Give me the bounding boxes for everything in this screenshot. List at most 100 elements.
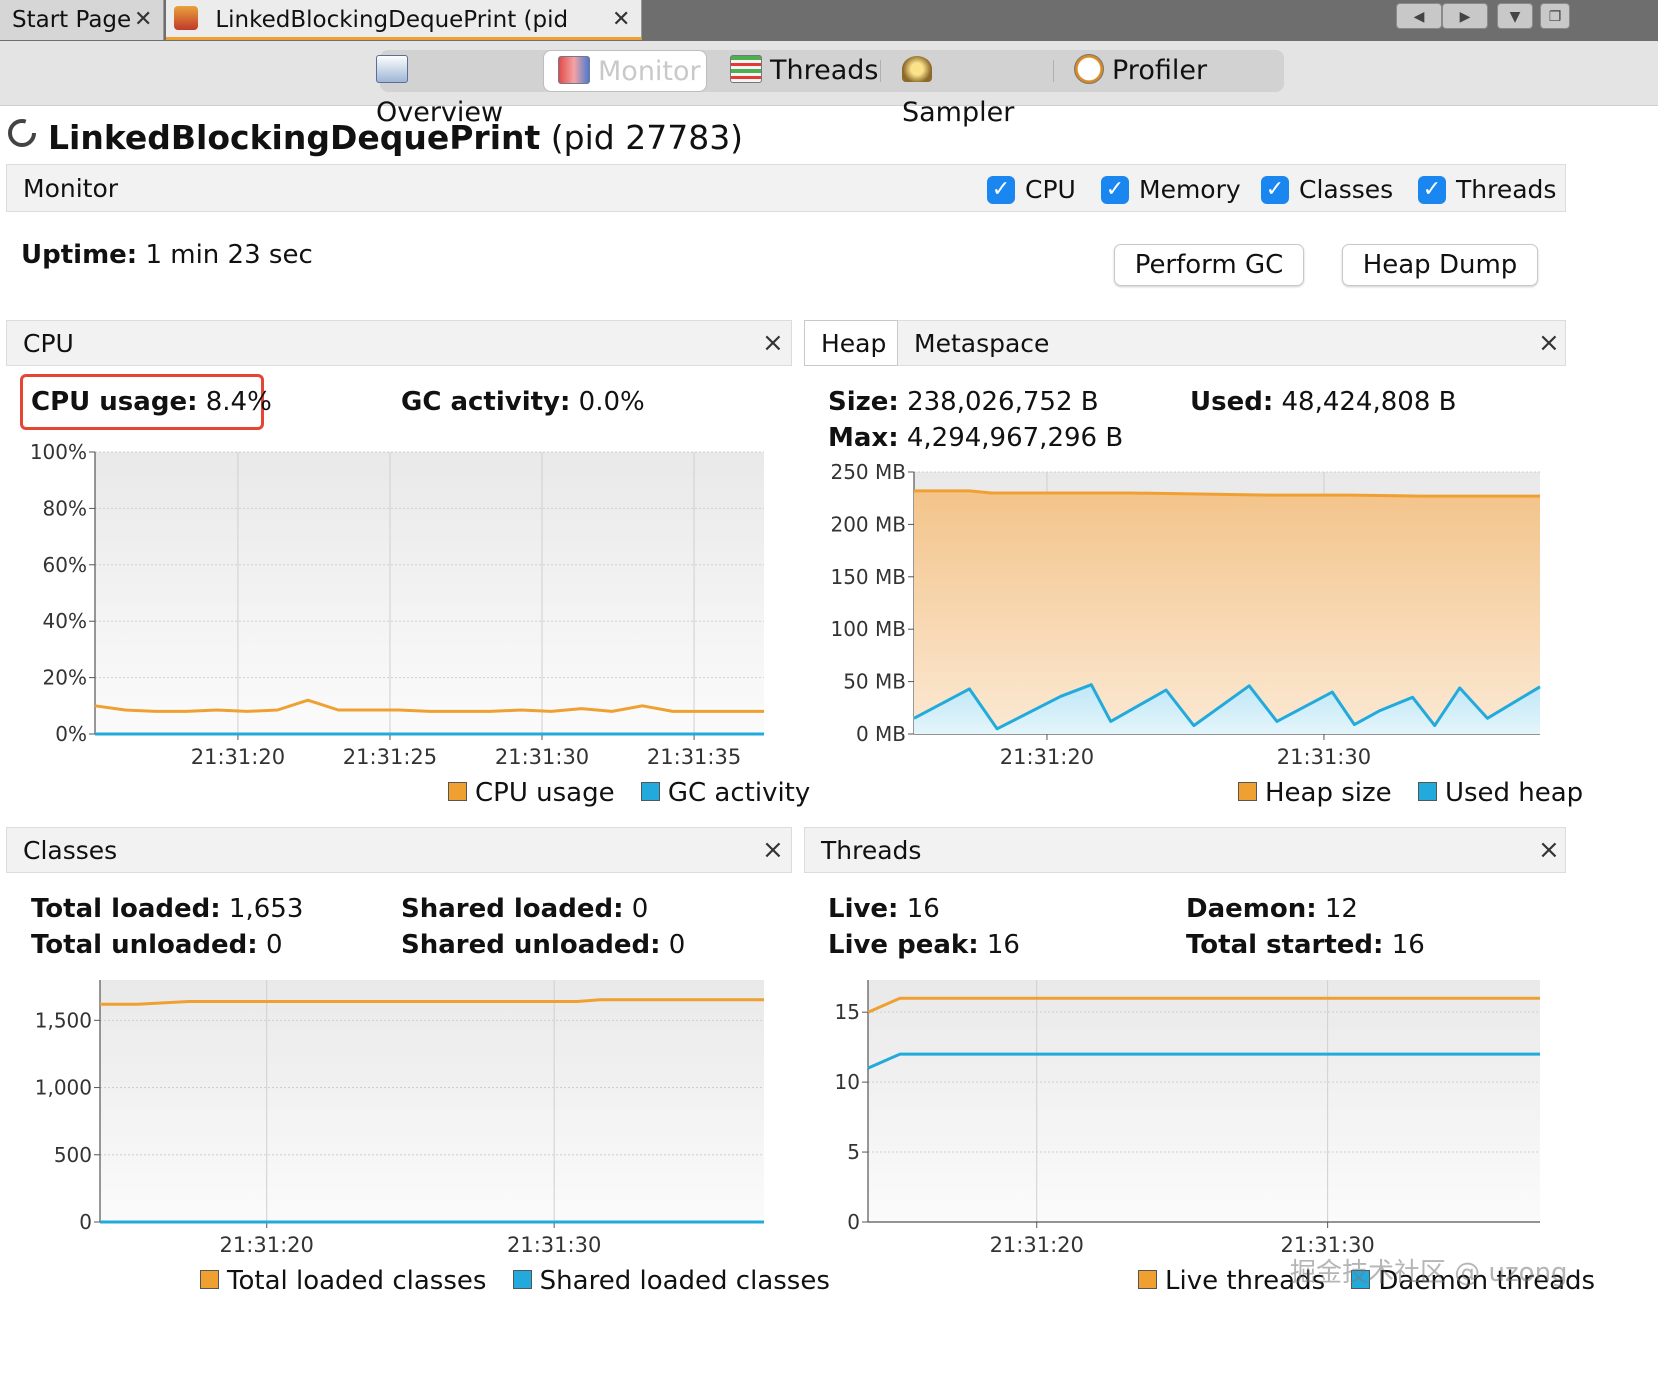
uptime-value: 1 min 23 sec (145, 240, 313, 270)
cpu-checkbox[interactable]: ✓ (987, 176, 1015, 204)
heap-dump-button[interactable]: Heap Dump (1342, 244, 1538, 286)
stopwatch-icon (1074, 53, 1104, 84)
shared-loaded-stat: Shared loaded: 0 (401, 894, 648, 924)
y-tick-label: 60% (43, 553, 87, 577)
toolbar-separator (880, 60, 881, 82)
y-tick-label: 150 MB (830, 565, 906, 589)
monitor-label: Monitor (598, 56, 701, 87)
y-tick-label: 1,500 (35, 1008, 92, 1032)
perform-gc-button[interactable]: Perform GC (1114, 244, 1304, 286)
live-peak-label: Live peak: (828, 930, 979, 960)
restore-window-icon[interactable]: ❐ (1540, 3, 1570, 29)
shared-unloaded-label: Shared unloaded: (401, 930, 661, 960)
scroll-left-icon[interactable]: ◀ (1396, 3, 1442, 29)
legend-swatch (200, 1270, 219, 1289)
y-tick-label: 1,000 (35, 1076, 92, 1100)
threads-chart: 15105021:31:20 21:31:30 (835, 980, 1540, 1257)
shared-unloaded-value: 0 (668, 930, 686, 960)
threads-icon (730, 54, 762, 83)
threads-checkbox[interactable]: ✓ (1418, 176, 1446, 204)
memory-checkbox-label: Memory (1139, 175, 1241, 204)
heap-used-label: Used: (1190, 387, 1274, 417)
heap-max-value: 4,294,967,296 B (906, 423, 1124, 453)
gc-activity-stat: GC activity: 0.0% (401, 387, 645, 417)
legend-gc-activity: GC activity (667, 778, 811, 808)
total-loaded-value: 1,653 (228, 894, 304, 924)
y-tick-label: 0 (847, 1210, 860, 1234)
y-tick-label: 10 (835, 1070, 860, 1094)
y-tick-label: 15 (835, 1000, 860, 1024)
app-pid: (pid 27783) (550, 118, 744, 157)
legend-heap-size: Heap size (1265, 778, 1392, 808)
close-tab-icon[interactable]: ✕ (134, 0, 152, 40)
loading-spinner-icon (8, 119, 36, 147)
legend-used-heap: Used heap (1444, 778, 1584, 808)
classes-checkbox[interactable]: ✓ (1261, 176, 1289, 204)
y-tick-label: 0% (55, 722, 87, 746)
plot-area (868, 980, 1540, 1222)
threads-checkbox-label: Threads (1456, 175, 1557, 204)
x-tick-label: 21:31:20 (1000, 745, 1094, 769)
y-tick-label: 40% (43, 609, 87, 633)
heap-size-label: Size: (828, 387, 899, 417)
classes-panel-title: Classes (23, 836, 118, 865)
scroll-right-icon[interactable]: ▶ (1442, 3, 1488, 29)
series-area-heap-size (914, 490, 1540, 734)
legend-swatch (1138, 1270, 1157, 1289)
daemon-value: 12 (1324, 894, 1358, 924)
page-title: LinkedBlockingDequePrint (pid 27783) (48, 118, 743, 157)
x-tick-label: 21:31:20 (220, 1233, 314, 1257)
tab-application[interactable]: LinkedBlockingDequePrint (pid 27783) ✕ (166, 0, 642, 73)
close-tab-icon[interactable]: ✕ (612, 0, 630, 40)
daemon-stat: Daemon: 12 (1186, 894, 1358, 924)
threads-button[interactable]: Threads (730, 50, 880, 92)
live-peak-value: 16 (986, 930, 1020, 960)
cpu-legend: CPU usage GC activity (448, 778, 810, 808)
monitor-button[interactable]: Monitor (543, 50, 707, 92)
cpu-panel-title: CPU (23, 329, 74, 358)
x-tick-label: 21:31:20 (990, 1233, 1084, 1257)
overview-icon (376, 54, 408, 83)
close-icon[interactable]: × (762, 835, 784, 865)
x-tick-label: 21:31:30 (507, 1233, 601, 1257)
close-icon[interactable]: × (762, 328, 784, 358)
y-tick-label: 0 (79, 1210, 92, 1234)
classes-legend: Total loaded classes Shared loaded class… (200, 1266, 830, 1296)
chevron-down-icon[interactable]: ▼ (1497, 3, 1533, 29)
heap-max-label: Max: (828, 423, 899, 453)
tab-metaspace[interactable]: Metaspace (914, 329, 1049, 358)
toolbar-separator (1053, 60, 1054, 82)
x-tick-label: 21:31:30 (1277, 745, 1371, 769)
close-icon[interactable]: × (1538, 835, 1560, 865)
heap-size-stat: Size: 238,026,752 B (828, 387, 1099, 417)
total-loaded-stat: Total loaded: 1,653 (31, 894, 303, 924)
y-tick-label: 200 MB (830, 512, 906, 536)
y-tick-label: 5 (847, 1140, 860, 1164)
gc-activity-label: GC activity: (401, 387, 571, 417)
heap-used-stat: Used: 48,424,808 B (1190, 387, 1456, 417)
shared-loaded-value: 0 (631, 894, 649, 924)
sampler-label: Sampler (902, 97, 1015, 128)
total-loaded-label: Total loaded: (31, 894, 221, 924)
heap-used-value: 48,424,808 B (1281, 387, 1457, 417)
total-started-stat: Total started: 16 (1186, 930, 1425, 960)
threads-panel-title: Threads (821, 836, 922, 865)
sampler-button[interactable]: Sampler (902, 50, 1052, 128)
tab-start-page[interactable]: Start Page ✕ (0, 0, 164, 40)
heap-legend: Heap size Used heap (1238, 778, 1583, 808)
x-tick-label: 21:31:30 (495, 745, 589, 769)
close-icon[interactable]: × (1538, 328, 1560, 358)
overview-button[interactable]: Overview (372, 50, 542, 128)
profiler-button[interactable]: Profiler (1074, 50, 1224, 92)
x-tick-label: 21:31:20 (191, 745, 285, 769)
total-unloaded-stat: Total unloaded: 0 (31, 930, 283, 960)
shared-loaded-label: Shared loaded: (401, 894, 624, 924)
cpu-chart: 100% 80% 60% 40% 20% 0% 21:31:20 21:31:25 21:31:… (30, 440, 764, 769)
plot-area (95, 452, 764, 734)
live-label: Live: (828, 894, 899, 924)
legend-swatch (640, 782, 660, 801)
y-tick-label: 100% (30, 440, 87, 464)
memory-checkbox[interactable]: ✓ (1101, 176, 1129, 204)
total-unloaded-value: 0 (265, 930, 283, 960)
tab-heap-label: Heap (821, 329, 887, 358)
